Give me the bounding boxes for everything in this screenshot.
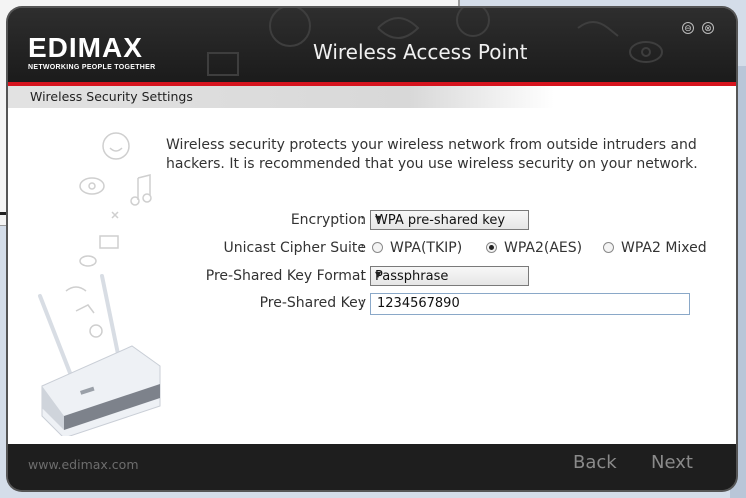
window-title: Wireless Access Point [313, 40, 528, 64]
radio-button[interactable] [603, 242, 614, 253]
edimax-logo: EDIMAX [28, 32, 143, 63]
footer-url: www.edimax.com [28, 457, 139, 472]
cipher-option-aes[interactable]: WPA2(AES) [486, 240, 582, 256]
encryption-row: Encryption : WPA pre-shared key ▼ [8, 210, 736, 232]
cipher-option-aes-label: WPA2(AES) [504, 240, 583, 256]
cipher-option-tkip[interactable]: WPA(TKIP) [372, 240, 462, 256]
section-title: Wireless Security Settings [30, 89, 193, 104]
intro-text: Wireless security protects your wireless… [166, 137, 698, 172]
footer-bar: www.edimax.com Back Next [8, 444, 736, 490]
header-bar: EDIMAX NETWORKING PEOPLE TOGETHER Wirele… [8, 8, 736, 82]
section-header: Wireless Security Settings [8, 86, 736, 108]
cipher-row: Unicast Cipher Suite : WPA(TKIP) WPA2(AE… [8, 238, 736, 260]
cipher-label: Unicast Cipher Suite [223, 240, 366, 256]
minimize-button[interactable]: ⊖ [682, 22, 694, 34]
cipher-option-tkip-label: WPA(TKIP) [390, 240, 463, 256]
key-format-select[interactable]: Passphrase ▼ [370, 266, 529, 286]
key-format-row: Pre-Shared Key Format : Passphrase ▼ [8, 266, 736, 288]
radio-button[interactable] [372, 242, 383, 253]
encryption-select[interactable]: WPA pre-shared key ▼ [370, 210, 529, 230]
encryption-colon: : [360, 212, 365, 228]
cipher-option-mixed[interactable]: WPA2 Mixed [603, 240, 707, 256]
psk-colon: : [360, 295, 365, 311]
encryption-label: Encryption [290, 212, 366, 228]
setup-wizard-window: EDIMAX NETWORKING PEOPLE TOGETHER Wirele… [8, 8, 736, 490]
key-format-label: Pre-Shared Key Format [205, 268, 366, 284]
next-button[interactable]: Next [651, 452, 693, 473]
chevron-down-icon: ▼ [375, 270, 382, 279]
back-button[interactable]: Back [573, 452, 617, 473]
psk-input[interactable]: 1234567890 [370, 293, 690, 315]
psk-row: Pre-Shared Key : 1234567890 [8, 293, 736, 315]
key-format-colon: : [360, 268, 365, 284]
close-button[interactable]: ⊗ [702, 22, 714, 34]
content-panel: Wireless security protects your wireless… [8, 108, 736, 444]
radio-button-checked[interactable] [486, 242, 497, 253]
chevron-down-icon: ▼ [375, 214, 382, 223]
psk-label: Pre-Shared Key [259, 295, 366, 311]
logo-tagline: NETWORKING PEOPLE TOGETHER [28, 64, 156, 71]
cipher-colon: : [360, 240, 365, 256]
cipher-option-mixed-label: WPA2 Mixed [621, 240, 707, 256]
